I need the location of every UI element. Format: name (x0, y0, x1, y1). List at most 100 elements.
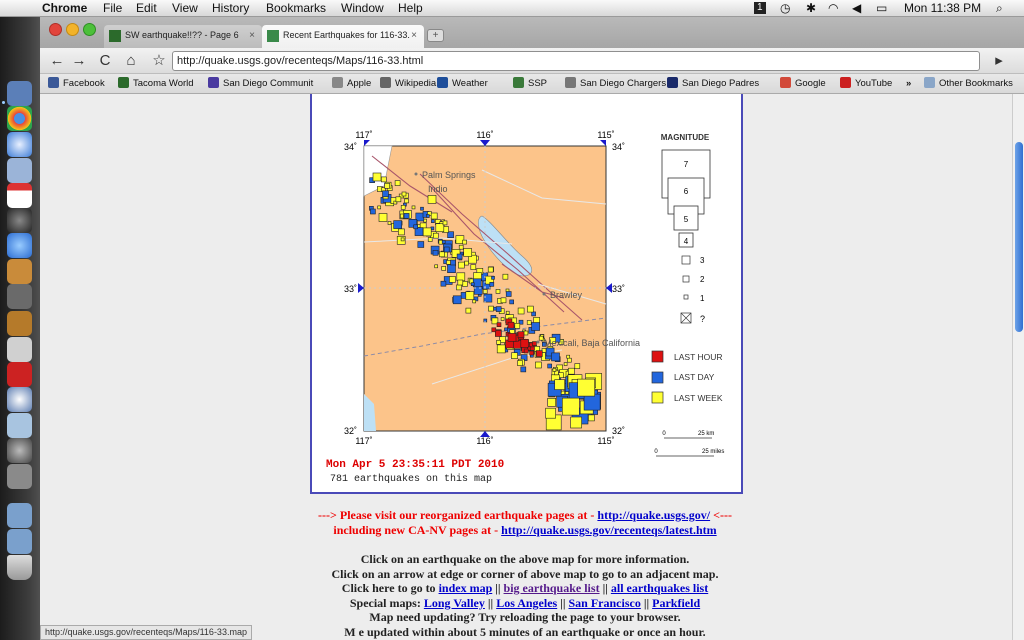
earthquake-marker[interactable] (393, 220, 402, 229)
earthquake-marker[interactable] (568, 367, 575, 375)
earthquake-marker[interactable] (487, 266, 494, 273)
earthquake-marker[interactable] (442, 220, 448, 226)
earthquake-marker[interactable] (511, 352, 518, 360)
safari-icon[interactable] (7, 132, 32, 157)
earthquake-marker[interactable] (464, 260, 469, 266)
earthquake-marker[interactable] (401, 191, 407, 197)
earthquake-marker[interactable] (495, 289, 501, 294)
earthquake-marker[interactable] (403, 213, 410, 219)
earthquake-marker[interactable] (500, 297, 507, 304)
back-icon[interactable]: ← (48, 52, 66, 70)
earthquake-marker[interactable] (465, 291, 475, 300)
earthquake-marker[interactable] (456, 284, 462, 291)
earthquake-marker[interactable] (430, 212, 438, 220)
clock[interactable]: Mon 11:38 PM (904, 1, 981, 16)
earthquake-marker[interactable] (529, 350, 534, 356)
bookmark-weather[interactable]: Weather (437, 77, 488, 90)
parkfield-link[interactable]: Parkfield (652, 596, 700, 610)
earthquake-marker[interactable] (426, 214, 430, 218)
earthquake-marker[interactable] (517, 331, 525, 338)
iphoto-icon[interactable] (7, 259, 32, 284)
earthquake-marker[interactable] (523, 330, 529, 336)
earthquake-marker[interactable] (523, 348, 529, 354)
volume-icon[interactable]: ◀ (852, 1, 861, 16)
earthquake-marker[interactable] (570, 416, 582, 429)
earthquake-marker[interactable] (509, 299, 514, 305)
latest-link[interactable]: http://quake.usgs.gov/recenteqs/latest.h… (501, 523, 716, 537)
earthquake-marker[interactable] (531, 311, 536, 317)
earthquake-marker[interactable] (400, 237, 405, 242)
earthquake-marker[interactable] (491, 327, 497, 333)
address-bar[interactable]: http://quake.usgs.gov/recenteqs/Maps/116… (172, 51, 980, 71)
earthquake-marker[interactable] (381, 176, 387, 183)
earthquake-marker[interactable] (420, 206, 424, 211)
earthquake-marker[interactable] (547, 363, 552, 369)
earthquake-marker[interactable] (452, 295, 462, 305)
earthquake-marker[interactable] (577, 378, 596, 397)
earthquake-marker[interactable] (387, 221, 392, 225)
garageband-icon[interactable] (7, 311, 32, 336)
scrollbar-thumb[interactable] (1015, 142, 1023, 332)
earthquake-marker[interactable] (458, 244, 464, 250)
tab-close-icon[interactable]: × (249, 25, 255, 46)
time-machine-icon[interactable]: ◷ (780, 1, 790, 16)
earthquake-marker[interactable] (554, 379, 565, 390)
spotlight-search-icon[interactable]: ⌕ (996, 1, 1003, 16)
earthquake-marker[interactable] (462, 281, 468, 287)
clock-app-icon[interactable] (7, 438, 32, 463)
earthquake-marker[interactable] (566, 354, 570, 359)
bookmark-tacoma-world[interactable]: Tacoma World (118, 77, 194, 90)
earthquake-marker[interactable] (527, 305, 534, 313)
earthquake-marker[interactable] (431, 219, 435, 223)
earthquake-marker[interactable] (404, 198, 409, 204)
earthquake-marker[interactable] (377, 205, 381, 210)
time-machine-dock-icon[interactable] (7, 387, 32, 412)
system-preferences-icon[interactable] (7, 337, 32, 362)
los-angeles-link[interactable]: Los Angeles (496, 596, 557, 610)
earthquake-marker[interactable] (507, 333, 517, 342)
earthquake-marker[interactable] (394, 180, 401, 186)
earthquake-marker[interactable] (372, 172, 382, 182)
menu-window[interactable]: Window (341, 1, 384, 16)
big-earthquake-list-link[interactable]: big earthquake list (504, 581, 600, 595)
menu-file[interactable]: File (103, 1, 122, 16)
earthquake-marker[interactable] (520, 366, 527, 373)
san-francisco-link[interactable]: San Francisco (569, 596, 641, 610)
bookmark-youtube[interactable]: YouTube (840, 77, 892, 90)
close-window-icon[interactable] (49, 23, 62, 36)
imovie-icon[interactable] (7, 284, 32, 309)
calendar-icon[interactable] (7, 183, 32, 208)
earthquake-marker[interactable] (496, 340, 501, 345)
earthquake-marker[interactable] (531, 322, 540, 331)
earthquake-marker[interactable] (398, 228, 405, 236)
bookmark-san-diego-communit[interactable]: San Diego Communit (208, 77, 313, 90)
menu-help[interactable]: Help (398, 1, 423, 16)
earthquake-marker[interactable] (567, 357, 572, 363)
earthquake-marker[interactable] (500, 317, 505, 321)
earthquake-marker[interactable] (413, 224, 418, 230)
earthquake-marker[interactable] (504, 327, 508, 332)
earthquake-marker[interactable] (505, 291, 512, 297)
long-valley-link[interactable]: Long Valley (424, 596, 485, 610)
all-earthquakes-list-link[interactable]: all earthquakes list (611, 581, 708, 595)
tab-sw-earthquake[interactable]: SW earthquake!!?? - Page 6 × (104, 25, 262, 48)
menu-view[interactable]: View (172, 1, 198, 16)
earthquake-marker[interactable] (491, 276, 495, 280)
earthquake-marker[interactable] (432, 250, 439, 256)
earthquake-marker[interactable] (370, 208, 376, 215)
earthquake-marker[interactable] (395, 196, 402, 203)
earthquake-marker[interactable] (470, 282, 475, 286)
earthquake-marker[interactable] (536, 350, 543, 357)
downloads-folder-icon[interactable] (7, 529, 32, 554)
earthquake-marker[interactable] (526, 320, 532, 325)
wifi-icon[interactable]: ◠ (828, 1, 838, 16)
earthquake-marker[interactable] (514, 323, 521, 329)
earthquake-marker[interactable] (450, 259, 456, 266)
finder-icon[interactable] (7, 81, 32, 106)
forward-icon[interactable]: → (70, 52, 88, 70)
earthquake-marker[interactable] (496, 322, 502, 327)
bookmark-san-diego-padres[interactable]: San Diego Padres (667, 77, 759, 90)
index-map-link[interactable]: index map (439, 581, 493, 595)
earthquake-marker[interactable] (384, 183, 390, 189)
earthquake-marker[interactable] (443, 246, 450, 253)
